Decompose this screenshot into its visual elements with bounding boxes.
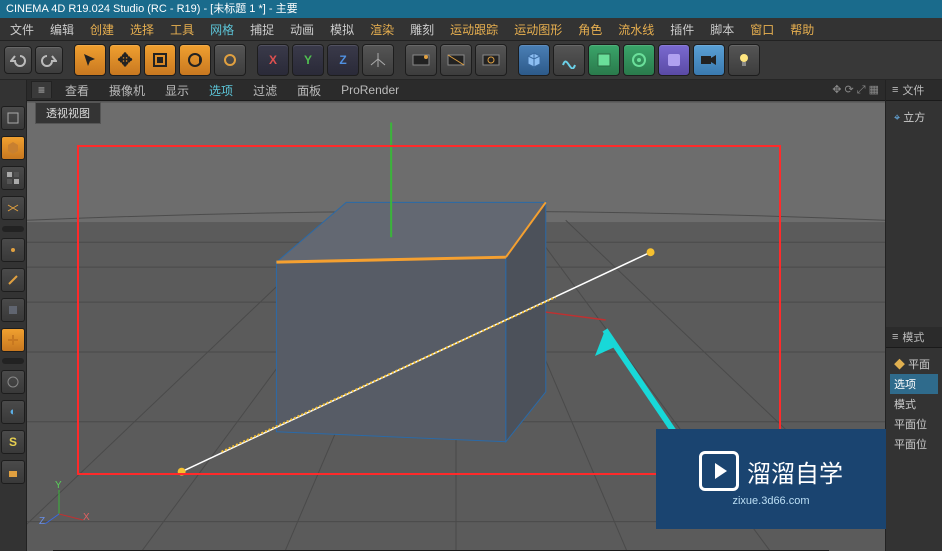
texture-mode-button[interactable] <box>1 166 25 190</box>
menu-select[interactable]: 选择 <box>124 19 160 40</box>
hamburger-icon: ≡ <box>892 84 898 96</box>
menu-script[interactable]: 脚本 <box>704 19 740 40</box>
window-title: CINEMA 4D R19.024 Studio (RC - R19) - [未… <box>0 0 942 18</box>
enable-axis-button[interactable] <box>1 328 25 352</box>
viewport-title: 透视视图 <box>35 102 101 124</box>
point-mode-button[interactable] <box>1 238 25 262</box>
menu-mesh[interactable]: 网格 <box>204 19 240 40</box>
light-button[interactable] <box>728 44 760 76</box>
last-tool[interactable] <box>214 44 246 76</box>
menu-bar: 文件 编辑 创建 选择 工具 网格 捕捉 动画 模拟 渲染 雕刻 运动跟踪 运动… <box>0 18 942 41</box>
vptab-hamburger[interactable]: ≡ <box>31 81 52 98</box>
undo-button[interactable] <box>4 46 32 74</box>
environment-button[interactable] <box>658 44 690 76</box>
select-tool[interactable] <box>74 44 106 76</box>
rotate-tool[interactable] <box>179 44 211 76</box>
vptab-camera[interactable]: 摄像机 <box>99 80 155 101</box>
move-tool[interactable]: ✥ <box>109 44 141 76</box>
menu-render[interactable]: 渲染 <box>364 19 400 40</box>
render-settings-button[interactable] <box>475 44 507 76</box>
tweak-button[interactable] <box>1 370 25 394</box>
menu-track[interactable]: 运动跟踪 <box>444 19 504 40</box>
menu-file[interactable]: 文件 <box>4 19 40 40</box>
menu-create[interactable]: 创建 <box>84 19 120 40</box>
menu-edit[interactable]: 编辑 <box>44 19 80 40</box>
menu-sim[interactable]: 模拟 <box>324 19 360 40</box>
viewport-solo-button[interactable]: ◐ <box>1 400 25 424</box>
deformer-button[interactable] <box>623 44 655 76</box>
right-panels: ≡ 文件 ⌖ 立方 ≡模式 ◆ 平面 选项 模式 平面位 平面位 <box>885 80 942 551</box>
cube-object <box>276 202 545 441</box>
menu-help[interactable]: 帮助 <box>784 19 820 40</box>
attr-row-mode[interactable]: 模式 <box>890 394 938 414</box>
snap-button[interactable]: S <box>1 430 25 454</box>
menu-tools[interactable]: 工具 <box>164 19 200 40</box>
vptab-filter[interactable]: 过滤 <box>243 80 287 101</box>
redo-button[interactable] <box>35 46 63 74</box>
object-item-cube[interactable]: ⌖ 立方 <box>890 107 938 127</box>
vptab-view[interactable]: 查看 <box>55 80 99 101</box>
z-axis-button[interactable]: Z <box>327 44 359 76</box>
axis-gizmo: Y X Z <box>41 484 91 533</box>
menu-snap[interactable]: 捕捉 <box>244 19 280 40</box>
edge-mode-button[interactable] <box>1 268 25 292</box>
menu-plugin[interactable]: 插件 <box>664 19 700 40</box>
main-toolbar: ✥ X Y Z <box>0 41 942 80</box>
attr-row-options[interactable]: 选项 <box>890 374 938 394</box>
x-axis-button[interactable]: X <box>257 44 289 76</box>
menu-pipe[interactable]: 流水线 <box>612 19 660 40</box>
axis-icon: ⌖ <box>894 112 900 124</box>
menu-mograph[interactable]: 运动图形 <box>508 19 568 40</box>
objects-panel-header[interactable]: ≡ 文件 <box>886 80 942 101</box>
render-view-button[interactable] <box>405 44 437 76</box>
attr-row-plane[interactable]: ◆ 平面 <box>890 354 938 374</box>
menu-sculpt[interactable]: 雕刻 <box>404 19 440 40</box>
render-region-button[interactable] <box>440 44 472 76</box>
coord-button[interactable] <box>362 44 394 76</box>
viewport-nav-icons[interactable]: ✥ ⟳ ⤢ ▦ <box>832 83 885 97</box>
locked-workplane-button[interactable] <box>1 460 25 484</box>
watermark-overlay: 溜溜自学 zixue.3d66.com <box>656 429 886 529</box>
menu-window[interactable]: 窗口 <box>744 19 780 40</box>
polygon-mode-button[interactable] <box>1 298 25 322</box>
vptab-options[interactable]: 选项 <box>199 80 243 101</box>
left-toolbar: ◐ S <box>0 80 27 551</box>
attr-row-plane3[interactable]: 平面位 <box>890 434 938 454</box>
workplane-button[interactable] <box>1 196 25 220</box>
attr-row-plane2[interactable]: 平面位 <box>890 414 938 434</box>
vptab-display[interactable]: 显示 <box>155 80 199 101</box>
separator <box>2 358 24 364</box>
scale-tool[interactable] <box>144 44 176 76</box>
menu-anim[interactable]: 动画 <box>284 19 320 40</box>
play-icon <box>699 451 739 491</box>
vptab-panel[interactable]: 面板 <box>287 80 331 101</box>
separator <box>2 226 24 232</box>
make-editable-button[interactable] <box>1 106 25 130</box>
camera-button[interactable] <box>693 44 725 76</box>
vptab-prorender[interactable]: ProRender <box>331 81 409 99</box>
cube-button[interactable] <box>518 44 550 76</box>
spline-button[interactable] <box>553 44 585 76</box>
model-mode-button[interactable] <box>1 136 25 160</box>
menu-char[interactable]: 角色 <box>572 19 608 40</box>
viewport-tabs: ≡ 查看 摄像机 显示 选项 过滤 面板 ProRender ✥ ⟳ ⤢ ▦ <box>27 80 885 101</box>
attr-panel-header[interactable]: ≡模式 <box>886 327 942 348</box>
y-axis-button[interactable]: Y <box>292 44 324 76</box>
generator-button[interactable] <box>588 44 620 76</box>
